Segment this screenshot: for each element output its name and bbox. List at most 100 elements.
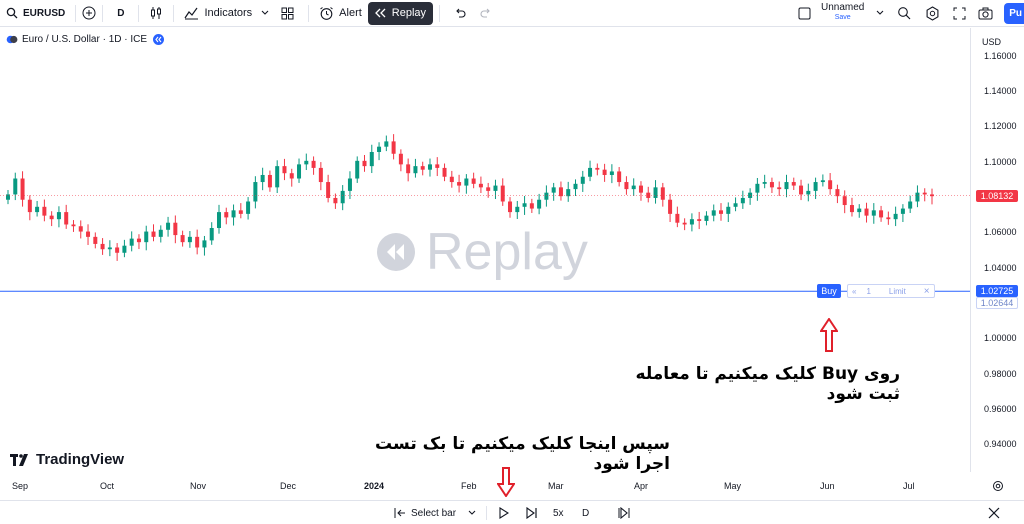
candle-body <box>726 206 731 214</box>
order-controls: Buy « 1 Limit × <box>817 284 935 299</box>
candle-body <box>6 194 10 200</box>
close-replay-button[interactable] <box>988 505 1000 521</box>
candle-body <box>886 217 891 220</box>
replay-interval-label: D <box>582 507 590 519</box>
candle-body <box>609 171 614 175</box>
select-bar-button[interactable]: Select bar <box>393 505 476 521</box>
candle-body <box>922 192 927 195</box>
candle-body <box>377 146 382 152</box>
snapshot-button[interactable] <box>978 0 993 27</box>
candle-body <box>13 178 18 195</box>
candle-body <box>311 160 316 168</box>
candle-body <box>748 192 753 198</box>
time-tick-label: 2024 <box>364 481 385 491</box>
candle-body <box>362 160 367 167</box>
candle-body <box>355 160 360 179</box>
candle-body <box>406 164 411 174</box>
buy-instruction-annotation: روی Buy کلیک میکنیم تا معامله ثبت شود <box>635 364 900 404</box>
play-button[interactable] <box>498 505 509 521</box>
order-ticket[interactable]: « 1 Limit × <box>847 284 935 299</box>
candle-body <box>653 187 658 198</box>
time-tick-label: Apr <box>634 481 649 491</box>
candle-body <box>260 174 265 183</box>
candle-body <box>529 203 534 209</box>
candle-body <box>930 194 934 197</box>
candle-body <box>333 197 338 204</box>
candle-body <box>544 192 549 200</box>
arrow-up-annotation-icon <box>820 318 838 352</box>
candle-body <box>631 185 636 190</box>
price-tick-label: 1.12000 <box>984 121 1017 132</box>
candle-body <box>588 167 593 177</box>
candle-body <box>202 240 207 248</box>
publish-button[interactable]: Pu <box>1004 3 1024 24</box>
candle-body <box>820 180 825 183</box>
candle-body <box>326 182 331 198</box>
price-tick-label: 1.10000 <box>984 156 1017 167</box>
candle-body <box>769 182 774 188</box>
axis-settings-button[interactable] <box>992 479 1004 497</box>
candle-body <box>420 166 425 170</box>
candle-body <box>151 231 156 237</box>
candle-body <box>144 231 149 243</box>
candle-body <box>864 208 869 216</box>
order-quantity[interactable]: 1 <box>866 287 870 296</box>
candle-body <box>304 160 309 165</box>
candle-body <box>464 178 469 186</box>
candle-body <box>893 213 898 220</box>
candle-body <box>777 187 782 190</box>
candle-body <box>740 197 745 204</box>
candle-body <box>158 229 163 237</box>
candle-body <box>515 206 520 213</box>
candle-body <box>624 182 629 190</box>
replay-interval-button[interactable]: D <box>582 505 589 521</box>
candle-body <box>275 166 280 188</box>
speed-button[interactable]: 5x <box>553 505 564 521</box>
candle-body <box>297 164 302 179</box>
tradingview-logo[interactable]: TradingView <box>10 451 124 468</box>
candle-body <box>849 205 854 213</box>
candle-body <box>20 178 25 200</box>
candle-body <box>42 206 47 216</box>
candle-body <box>166 222 171 230</box>
axis-currency[interactable]: USD <box>982 37 1001 47</box>
candle-body <box>216 212 221 229</box>
candle-body <box>282 166 287 174</box>
candle-body <box>719 210 724 214</box>
candle-body <box>64 212 69 225</box>
tradingview-logo-icon <box>10 453 32 466</box>
candle-body <box>537 199 542 209</box>
candle-body <box>668 199 673 214</box>
tradingview-app: EURUSD D Indicators Alert Replay Unnamed… <box>0 0 1024 524</box>
jump-to-realtime-button[interactable] <box>617 505 631 521</box>
candle-body <box>49 215 54 220</box>
candle-body <box>122 245 127 253</box>
candle-body <box>908 201 913 209</box>
close-icon <box>988 507 1000 519</box>
step-forward-icon <box>526 507 538 519</box>
arrow-down-annotation-icon <box>497 467 515 497</box>
replay-watermark-icon <box>376 232 416 272</box>
publish-label: Pu <box>1009 8 1022 19</box>
candle-body <box>508 201 513 213</box>
candle-body <box>857 208 862 213</box>
candle-body <box>115 247 120 253</box>
candle-body <box>842 196 847 206</box>
candle-body <box>449 176 454 183</box>
step-forward-button[interactable] <box>526 505 538 521</box>
price-tick-label: 0.94000 <box>984 439 1017 450</box>
time-tick-label: Jul <box>903 481 915 491</box>
buy-button[interactable]: Buy <box>817 284 841 299</box>
candle-body <box>900 208 905 214</box>
candle-body <box>689 219 694 225</box>
buy-label: Buy <box>821 286 837 297</box>
order-type[interactable]: Limit <box>889 287 906 296</box>
candle-body <box>871 210 876 216</box>
candle-body <box>566 189 571 197</box>
candle-body <box>391 141 396 154</box>
last-price-tag: 1.08132 <box>976 189 1018 202</box>
candle-body <box>493 185 498 191</box>
close-order-icon[interactable]: × <box>924 286 930 297</box>
candle-body <box>78 226 83 232</box>
candle-body <box>879 210 884 218</box>
